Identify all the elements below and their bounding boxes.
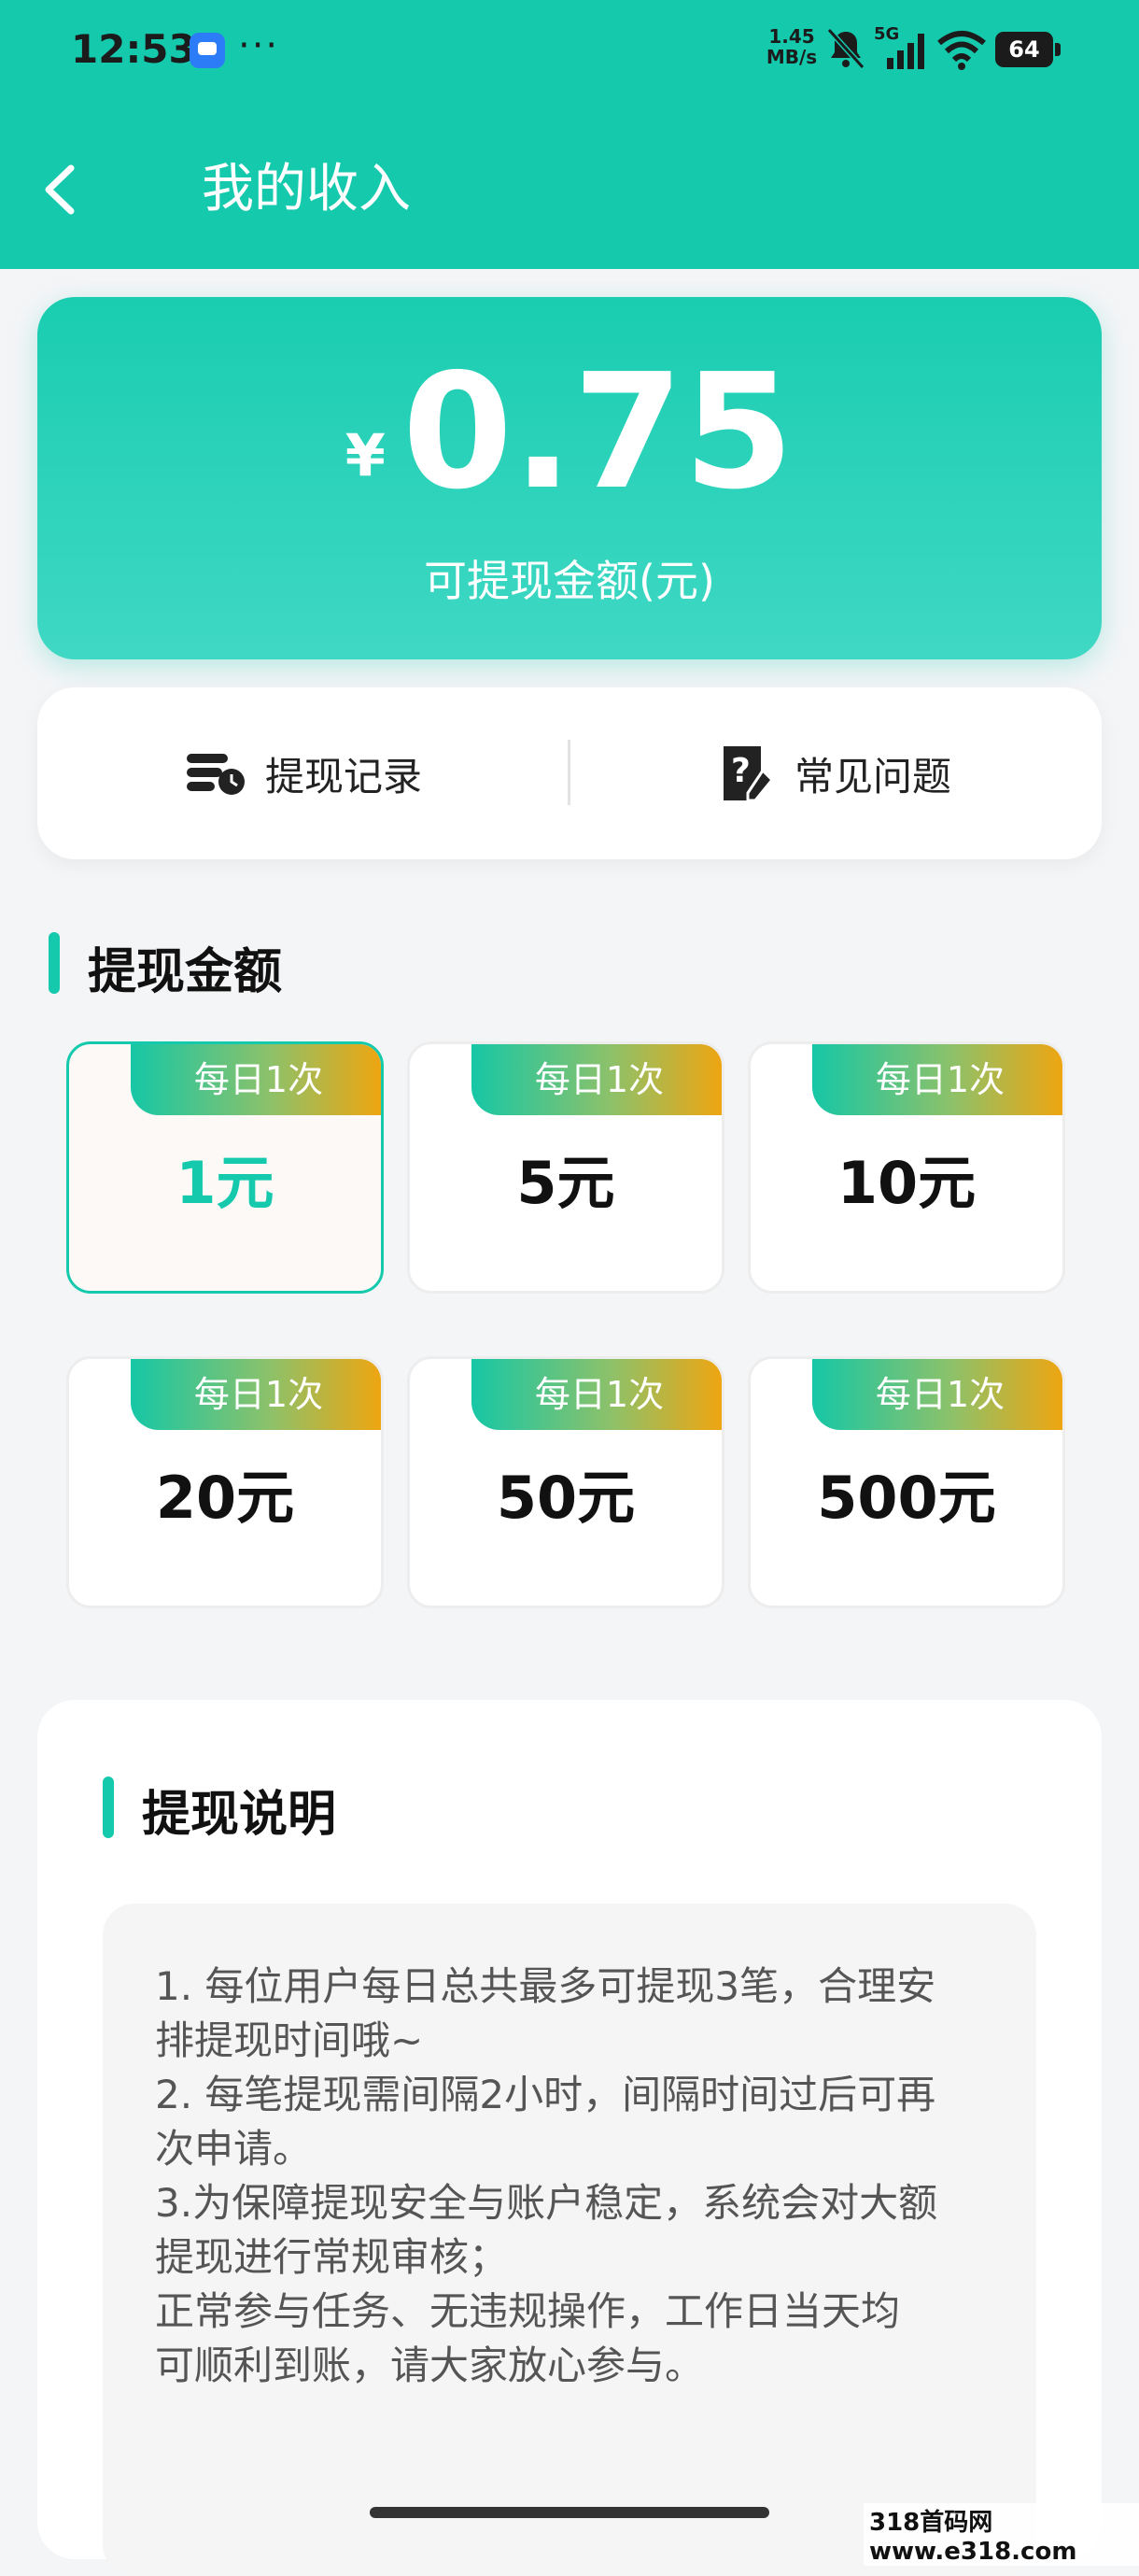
withdraw-records-label: 提现记录 [264,753,422,800]
page-title: 我的收入 [202,159,411,219]
withdraw-amount: 1元 [176,1149,274,1217]
withdraw-option-50[interactable]: 每日1次 50元 [407,1356,724,1608]
network-speed: 1.45 MB/s [764,26,820,67]
withdraw-amount: 50元 [496,1464,636,1532]
daily-limit-tag: 每日1次 [131,1359,381,1430]
withdraw-option-20[interactable]: 每日1次 20元 [66,1356,384,1608]
daily-limit-tag: 每日1次 [471,1359,722,1430]
balance-label: 可提现金额(元) [424,556,715,606]
withdraw-amount: 20元 [155,1464,295,1532]
daily-limit-tag: 每日1次 [131,1044,381,1115]
faq-label: 常见问题 [794,753,951,800]
withdraw-option-1[interactable]: 每日1次 1元 [66,1041,384,1294]
wifi-icon [937,31,986,70]
network-speed-unit: MB/s [766,46,818,68]
balance-amount: 0.75 [401,340,794,525]
more-notifications-icon: ··· [238,24,280,67]
notes-line: 3.为保障提现安全与账户稳定，系统会对大额 [155,2180,938,2226]
cellular-signal-icon: 5G [874,24,924,69]
balance-amount-row: ¥0.75 [37,353,1102,512]
status-time: 12:53 [71,26,196,72]
notes-text: 1. 每位用户每日总共最多可提现3笔，合理安 排提现时间哦~ 2. 每笔提现需间… [155,1960,995,2393]
watermark: 318首码网 www.e318.com [864,2503,1139,2566]
withdraw-amount: 500元 [817,1464,996,1532]
network-type-label: 5G [874,24,899,44]
withdraw-amount: 10元 [837,1149,977,1217]
withdraw-section-marker [49,932,60,994]
message-app-icon [190,33,225,68]
back-arrow-icon[interactable] [37,157,84,222]
top-app-bar: 12:53 ··· 1.45 MB/s 5G 64 我的收入 [0,0,1139,269]
daily-limit-tag: 每日1次 [471,1044,722,1115]
daily-limit-tag: 每日1次 [812,1044,1062,1115]
notes-section-title: 提现说明 [142,1787,337,1843]
withdraw-option-5[interactable]: 每日1次 5元 [407,1041,724,1294]
notes-line: 正常参与任务、无违规操作，工作日当天均 [155,2288,901,2334]
withdraw-notes-card: 提现说明 1. 每位用户每日总共最多可提现3笔，合理安 排提现时间哦~ 2. 每… [37,1700,1102,2576]
notes-line: 提现进行常规审核； [155,2234,509,2280]
home-indicator[interactable] [370,2507,769,2518]
notes-section-marker [103,1776,114,1838]
help-document-icon: ? [723,746,775,802]
records-icon [186,754,245,795]
notes-line: 排提现时间哦~ [155,2017,424,2063]
faq-button[interactable]: ? 常见问题 [570,687,1102,859]
battery-icon: 64 [995,32,1062,67]
withdraw-records-button[interactable]: 提现记录 [37,687,570,859]
notes-line: 次申请。 [155,2126,313,2172]
withdraw-option-500[interactable]: 每日1次 500元 [748,1356,1065,1608]
status-bar: 12:53 ··· 1.45 MB/s 5G 64 [0,0,1139,103]
currency-symbol: ¥ [345,421,386,489]
bell-muted-icon [826,27,865,70]
network-speed-value: 1.45 [768,25,815,48]
notes-line: 1. 每位用户每日总共最多可提现3笔，合理安 [155,1963,936,2009]
notes-line: 2. 每笔提现需间隔2小时，间隔时间过后可再 [155,2072,936,2117]
withdraw-section-title: 提现金额 [88,944,283,1000]
withdraw-option-10[interactable]: 每日1次 10元 [748,1041,1065,1294]
daily-limit-tag: 每日1次 [812,1359,1062,1430]
quick-actions: 提现记录 ? 常见问题 [37,687,1102,859]
notes-box: 1. 每位用户每日总共最多可提现3笔，合理安 排提现时间哦~ 2. 每笔提现需间… [103,1904,1036,2576]
svg-text:?: ? [731,752,751,790]
withdraw-amount: 5元 [516,1149,615,1217]
balance-card: ¥0.75 可提现金额(元) [37,297,1102,659]
notes-line: 可顺利到账，请大家放心参与。 [155,2342,705,2388]
battery-level: 64 [995,32,1053,67]
